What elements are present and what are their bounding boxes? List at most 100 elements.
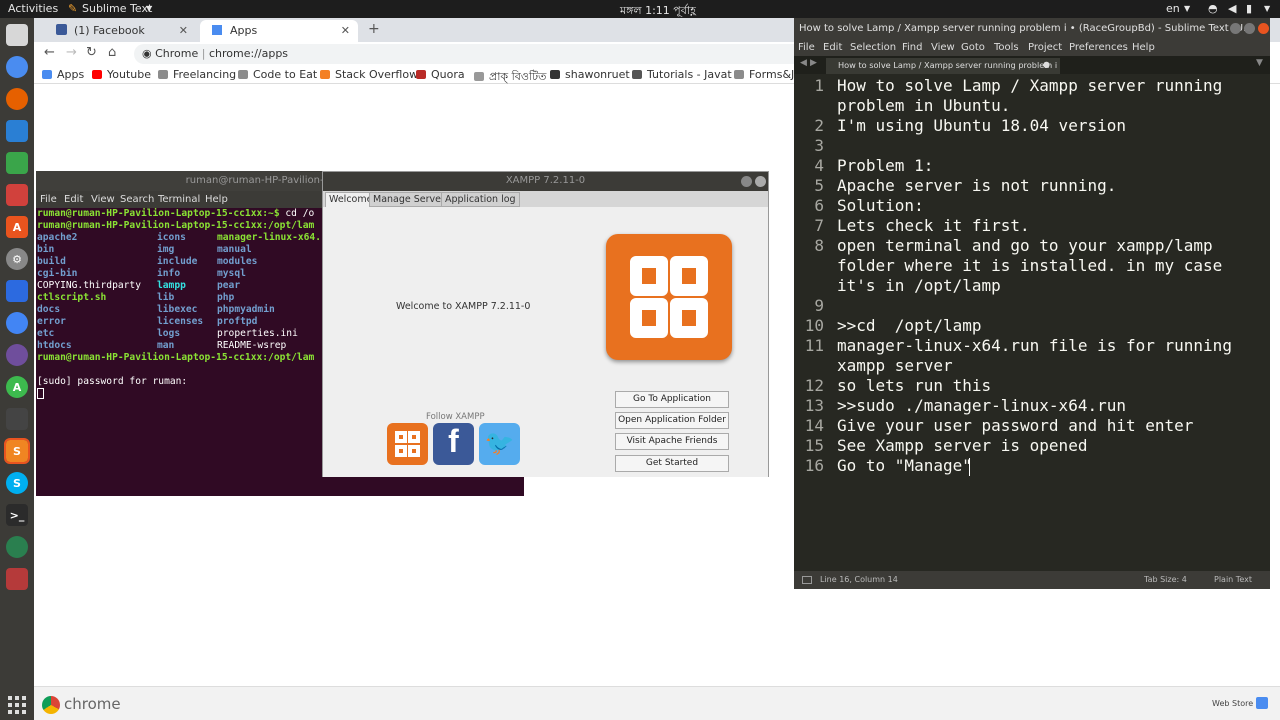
terminal-menu-search[interactable]: Search	[120, 194, 154, 205]
system-monitor-icon[interactable]	[6, 408, 28, 430]
tab-label: (1) Facebook	[74, 24, 145, 37]
terminal-icon[interactable]: >_	[6, 504, 28, 526]
close-tab-icon[interactable]: ✕	[179, 24, 188, 37]
terminal-menu-edit[interactable]: Edit	[64, 194, 83, 205]
battery-icon[interactable]: ▮	[1246, 2, 1252, 15]
maximize-icon[interactable]	[1244, 23, 1255, 34]
sublime-tabbar: ◀ ▶ How to solve Lamp / Xampp server run…	[794, 56, 1270, 74]
bookmark-freelancing[interactable]: Freelancing	[158, 68, 236, 81]
bookmark-apps[interactable]: Apps	[42, 68, 84, 81]
app-menu[interactable]: Sublime Text	[82, 2, 152, 15]
language-indicator[interactable]: en	[1166, 2, 1180, 15]
forward-icon[interactable]: →	[66, 45, 77, 60]
console-toggle-icon[interactable]	[802, 576, 812, 584]
listing-entry: phpmyadmin	[217, 304, 275, 315]
terminal-menu-help[interactable]: Help	[205, 194, 228, 205]
menu-file[interactable]: File	[798, 42, 815, 53]
activities-button[interactable]: Activities	[8, 2, 58, 15]
back-icon[interactable]: ←	[44, 45, 55, 60]
terminal-menu-terminal[interactable]: Terminal	[158, 194, 200, 205]
bookmark-quora[interactable]: Quora	[416, 68, 465, 81]
dock: A ⚙ A S S >_	[0, 18, 34, 720]
visit-apache-friends-button[interactable]: Visit Apache Friends	[615, 433, 729, 450]
go-to-application-button[interactable]: Go To Application	[615, 391, 729, 408]
bookmark-code-to-eat[interactable]: Code to Eat	[238, 68, 317, 81]
xampp-title[interactable]: XAMPP 7.2.11-0	[323, 172, 768, 191]
close-icon[interactable]	[755, 176, 766, 187]
close-tab-icon[interactable]: ✕	[341, 24, 350, 37]
tab-dropdown-icon[interactable]: ▼	[1256, 58, 1263, 68]
web-store-icon[interactable]	[1256, 697, 1268, 709]
impress-icon[interactable]	[6, 184, 28, 206]
system-menu-arrow-icon[interactable]: ▼	[1264, 4, 1270, 13]
settings-icon[interactable]: ⚙	[6, 248, 28, 270]
listing-entry: lib	[157, 292, 175, 303]
tab-nav-right-icon[interactable]: ▶	[810, 58, 817, 68]
android-studio-icon[interactable]: A	[6, 376, 28, 398]
menu-selection[interactable]: Selection	[850, 42, 896, 53]
menu-help[interactable]: Help	[1132, 42, 1155, 53]
calc-icon[interactable]	[6, 152, 28, 174]
chrome-dock-icon[interactable]	[6, 56, 28, 78]
globe-icon[interactable]	[6, 536, 28, 558]
menu-view[interactable]: View	[931, 42, 955, 53]
new-tab-button[interactable]: +	[368, 21, 380, 37]
skype-icon[interactable]: S	[6, 472, 28, 494]
tab-nav-left-icon[interactable]: ◀	[800, 58, 807, 68]
status-tab-size[interactable]: Tab Size: 4	[1144, 575, 1187, 584]
bookmark-shawonruet[interactable]: shawonruet	[550, 68, 630, 81]
web-store-link[interactable]: Web Store	[1212, 699, 1253, 708]
sublime-dock-icon[interactable]: S	[4, 438, 30, 464]
close-icon[interactable]	[1258, 23, 1269, 34]
wifi-icon[interactable]: ◓	[1208, 2, 1218, 15]
screenshot-icon[interactable]	[6, 568, 28, 590]
sublime-title[interactable]: How to solve Lamp / Xampp server running…	[794, 18, 1270, 40]
twitter-icon[interactable]: 🐦	[479, 423, 520, 465]
writer-icon[interactable]	[6, 120, 28, 142]
terminal-menu-file[interactable]: File	[40, 194, 57, 205]
software-center-icon[interactable]: A	[6, 216, 28, 238]
xampp-social-icon[interactable]	[387, 423, 428, 465]
menu-find[interactable]: Find	[902, 42, 923, 53]
menu-project[interactable]: Project	[1028, 42, 1062, 53]
menu-edit[interactable]: Edit	[823, 42, 842, 53]
bookmark-youtube[interactable]: Youtube	[92, 68, 151, 81]
show-applications-icon[interactable]	[8, 696, 26, 714]
open-application-folder-button[interactable]: Open Application Folder	[615, 412, 729, 429]
app-menu-arrow-icon[interactable]: ▼	[146, 4, 152, 13]
tab-application-log[interactable]: Application log	[441, 192, 520, 207]
stackoverflow-icon	[320, 70, 330, 79]
status-syntax[interactable]: Plain Text	[1214, 575, 1252, 584]
minimize-icon[interactable]	[741, 176, 752, 187]
listing-entry: apache2	[37, 232, 78, 243]
bookmark-stack-overflow[interactable]: Stack Overflow	[320, 68, 418, 81]
home-icon[interactable]: ⌂	[108, 45, 116, 60]
tab-facebook[interactable]: (1) Facebook ✕	[44, 20, 196, 42]
editor[interactable]: 1 How to solve Lamp / Xampp server runnin…	[794, 74, 1270, 571]
app-icon[interactable]	[6, 280, 28, 302]
terminal-menu-view[interactable]: View	[91, 194, 115, 205]
volume-icon[interactable]: ◀	[1228, 2, 1236, 15]
minimize-icon[interactable]	[1230, 23, 1241, 34]
facebook-icon[interactable]: f	[433, 423, 474, 465]
files-icon[interactable]	[6, 24, 28, 46]
unsaved-dot-icon[interactable]: ●	[1043, 59, 1050, 69]
menu-goto[interactable]: Goto	[961, 42, 985, 53]
firefox-icon[interactable]	[6, 88, 28, 110]
menu-tools[interactable]: Tools	[994, 42, 1019, 53]
drive-icon[interactable]	[6, 312, 28, 334]
line-number: 1	[814, 76, 824, 95]
bookmark-bangla[interactable]: প্রাক্ বিওটিত	[474, 68, 546, 87]
listing-entry: icons	[157, 232, 186, 243]
file-tab[interactable]: How to solve Lamp / Xampp server running…	[826, 58, 1060, 74]
get-started-button[interactable]: Get Started	[615, 455, 729, 472]
bookmark-forms[interactable]: Forms&J	[734, 68, 794, 81]
tab-apps[interactable]: Apps ✕	[200, 20, 358, 42]
reload-icon[interactable]: ↻	[86, 45, 97, 60]
menu-preferences[interactable]: Preferences	[1069, 42, 1128, 53]
database-icon[interactable]	[6, 344, 28, 366]
bookmark-tutorials[interactable]: Tutorials - Javat	[632, 68, 732, 81]
language-arrow-icon[interactable]: ▼	[1184, 4, 1190, 13]
code-line: >>sudo ./manager-linux-x64.run	[837, 396, 1126, 415]
omnibox[interactable]: ◉ Chrome | chrome://apps	[134, 44, 834, 64]
